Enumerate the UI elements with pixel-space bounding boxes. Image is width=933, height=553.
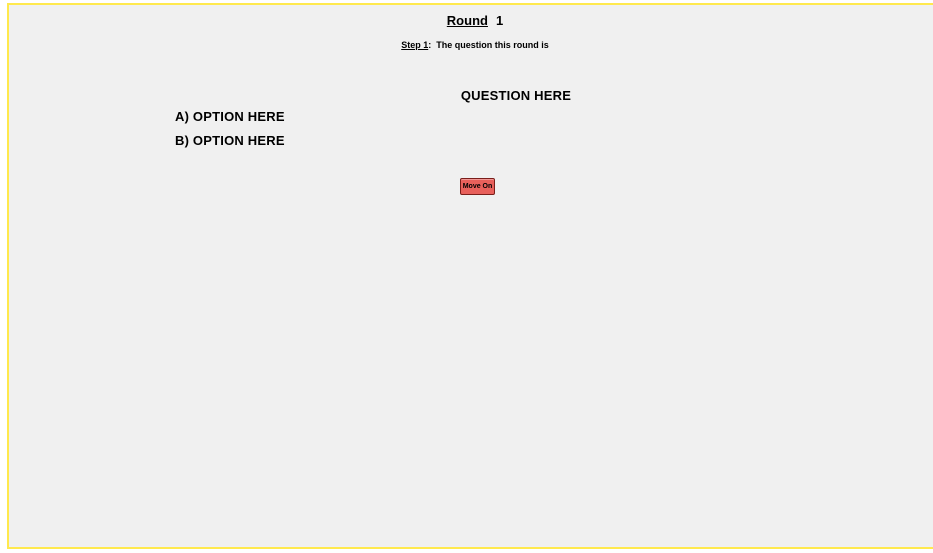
round-label: Round [446,13,488,28]
move-on-button[interactable]: Move On [460,178,495,195]
question-text: QUESTION HERE [460,88,572,103]
step-text: The question this round is [436,40,549,50]
round-number: 1 [495,13,504,28]
option-b: B) OPTION HERE [175,133,285,148]
round-heading: Round 1 [9,13,933,28]
step-separator: : [428,40,432,50]
option-a: A) OPTION HERE [175,109,285,124]
step-label: Step 1 [401,40,429,50]
game-panel: Round 1 Step 1: The question this round i… [7,3,933,549]
step-instruction: Step 1: The question this round is [9,40,933,50]
